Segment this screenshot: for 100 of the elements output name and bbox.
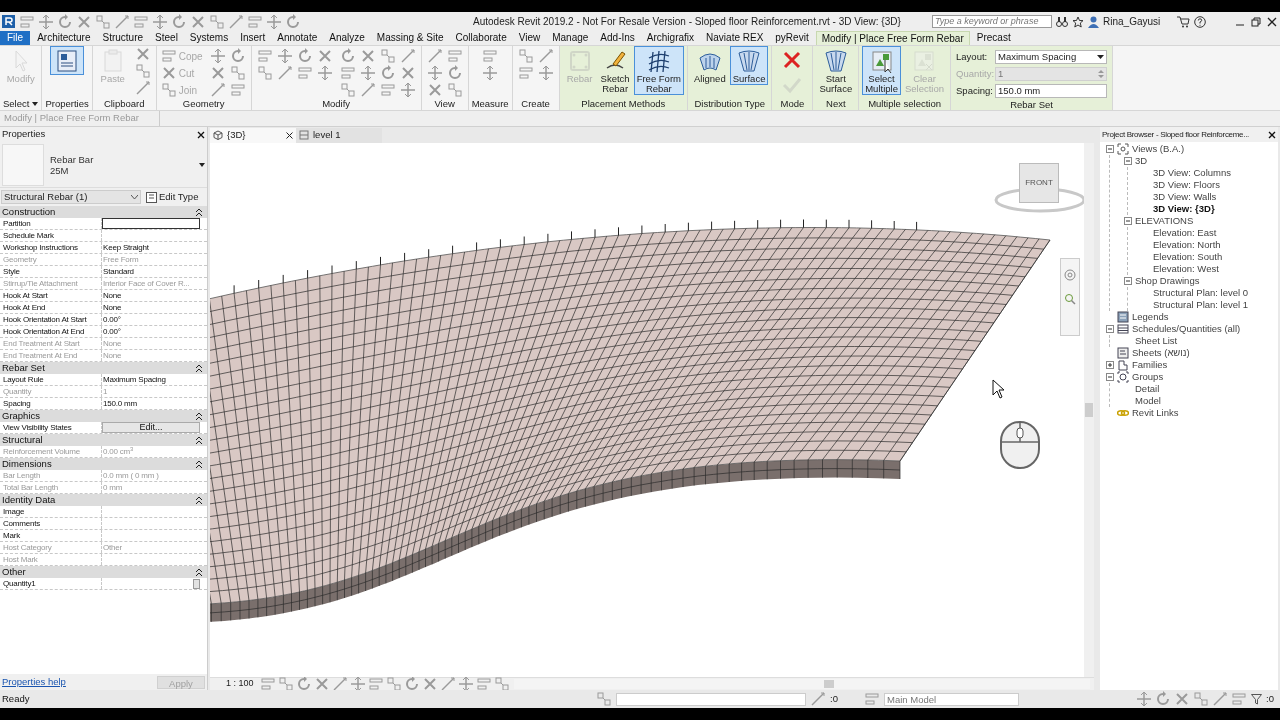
collapse-icon[interactable] (196, 460, 202, 468)
ribbon-button[interactable]: Aligned (691, 46, 729, 85)
move-icon[interactable] (426, 65, 443, 81)
layout-dropdown[interactable]: Maximum Spacing (995, 50, 1108, 64)
close-icon[interactable] (1268, 130, 1276, 139)
copy-icon[interactable] (494, 676, 510, 692)
ribbon-tab[interactable]: Manage (547, 31, 594, 45)
navigation-bar[interactable] (1060, 258, 1080, 336)
rotate-icon[interactable] (229, 48, 246, 64)
copy-icon[interactable] (209, 13, 225, 30)
copy-icon[interactable] (379, 48, 396, 64)
ribbon-button[interactable]: Select Multiple (862, 46, 901, 95)
ribbon-tab[interactable]: Precast (971, 31, 1016, 45)
binoculars-icon[interactable] (1056, 15, 1068, 28)
ribbon-tab[interactable]: Insert (235, 31, 271, 45)
copy-icon[interactable] (95, 13, 111, 30)
align-icon[interactable] (247, 13, 263, 30)
document-tab[interactable]: {3D} (210, 127, 296, 143)
move-icon[interactable] (38, 13, 54, 30)
ribbon-tab[interactable]: Systems (184, 31, 234, 45)
edit-type-button[interactable]: Edit Type (144, 190, 201, 204)
ribbon-tab[interactable]: Collaborate (450, 31, 512, 45)
delete-icon[interactable] (76, 13, 92, 30)
view-scale[interactable]: 1 : 100 (214, 677, 254, 691)
ribbon-button[interactable] (50, 46, 85, 75)
move-icon[interactable] (316, 65, 333, 81)
input-field[interactable]: 150.0 mm (995, 84, 1108, 98)
expander-icon[interactable] (1124, 217, 1132, 225)
align-icon[interactable] (133, 13, 149, 30)
view-cube[interactable]: FRONT (1019, 163, 1059, 203)
align-icon[interactable] (339, 65, 356, 81)
move-icon[interactable] (1136, 691, 1153, 707)
align-icon[interactable] (446, 48, 463, 64)
filter-icon[interactable] (1251, 693, 1263, 705)
horizontal-scrollbar[interactable] (514, 679, 1090, 689)
ribbon-tab[interactable]: Modify | Place Free Form Rebar (815, 31, 970, 45)
delete-icon[interactable] (134, 46, 151, 62)
copy-icon[interactable] (517, 48, 534, 64)
expander-icon[interactable] (1106, 373, 1114, 381)
rotate-icon[interactable] (296, 676, 312, 692)
ribbon-tab[interactable]: pyRevit (770, 31, 814, 45)
move-icon[interactable] (266, 13, 282, 30)
user-name[interactable]: Rina_Gayusi (1103, 14, 1173, 29)
ribbon-tab[interactable]: Analyze (324, 31, 370, 45)
ribbon-tab[interactable]: Steel (150, 31, 183, 45)
app-logo-icon[interactable] (2, 15, 15, 28)
delete-icon[interactable] (422, 676, 438, 692)
ribbon-button[interactable]: Start Surface (816, 46, 856, 95)
rotate-icon[interactable] (171, 13, 187, 30)
align-icon[interactable] (229, 82, 246, 98)
delete-icon[interactable] (209, 65, 226, 81)
ribbon-button[interactable]: Sketch Rebar (597, 46, 633, 95)
search-field[interactable]: Type a keyword or phrase (932, 15, 1052, 28)
element-filter-dropdown[interactable]: Structural Rebar (1) (1, 190, 141, 204)
collapse-icon[interactable] (196, 412, 202, 420)
copy-icon[interactable] (278, 676, 294, 692)
delete-icon[interactable] (316, 48, 333, 64)
scrollbar-thumb[interactable] (1085, 403, 1093, 417)
align-icon[interactable] (482, 48, 499, 64)
ribbon-tab[interactable]: Annotate (272, 31, 323, 45)
expander-icon[interactable] (1124, 277, 1132, 285)
ribbon-tab[interactable]: Structure (97, 31, 149, 45)
close-icon[interactable] (286, 131, 293, 139)
align-icon[interactable] (517, 65, 534, 81)
expander-icon[interactable] (1124, 157, 1132, 165)
ribbon-tab[interactable]: Architecture (32, 31, 96, 45)
caret-icon[interactable] (199, 162, 205, 167)
ribbon-tab[interactable]: Add-Ins (595, 31, 640, 45)
caret-icon[interactable] (32, 102, 39, 106)
workset-dropdown[interactable] (616, 692, 806, 706)
collapse-icon[interactable] (196, 568, 202, 576)
document-tab[interactable]: level 1 (296, 127, 382, 143)
delete-icon[interactable] (1174, 691, 1191, 707)
delete-icon[interactable] (190, 13, 206, 30)
model-dropdown[interactable]: Main Model (884, 692, 1019, 706)
expander-icon[interactable] (1106, 361, 1114, 369)
rotate-icon[interactable] (57, 13, 73, 30)
ribbon-tab[interactable]: Archigrafix (641, 31, 700, 45)
steering-wheel-icon[interactable] (1064, 269, 1076, 281)
expander-icon[interactable] (1106, 325, 1114, 333)
collapse-icon[interactable] (196, 436, 202, 444)
close-icon[interactable] (197, 130, 205, 139)
move-icon[interactable] (152, 13, 168, 30)
edit-button[interactable]: Edit... (102, 422, 200, 433)
align-icon[interactable] (379, 82, 396, 98)
rotate-icon[interactable] (339, 48, 356, 64)
copy-icon[interactable] (386, 676, 402, 692)
rotate-icon[interactable] (379, 65, 396, 81)
align-icon[interactable] (476, 676, 492, 692)
close-icon[interactable] (1266, 15, 1278, 28)
rotate-icon[interactable] (296, 48, 313, 64)
ribbon-tab[interactable]: Massing & Site (371, 31, 449, 45)
move-icon[interactable] (482, 65, 499, 81)
align-icon[interactable] (368, 676, 384, 692)
delete-icon[interactable] (314, 676, 330, 692)
copy-icon[interactable] (229, 65, 246, 81)
rotate-icon[interactable] (285, 13, 301, 30)
copy-icon[interactable] (1193, 691, 1210, 707)
delete-icon[interactable] (426, 82, 443, 98)
ribbon-tab[interactable]: Naviate REX (701, 31, 769, 45)
